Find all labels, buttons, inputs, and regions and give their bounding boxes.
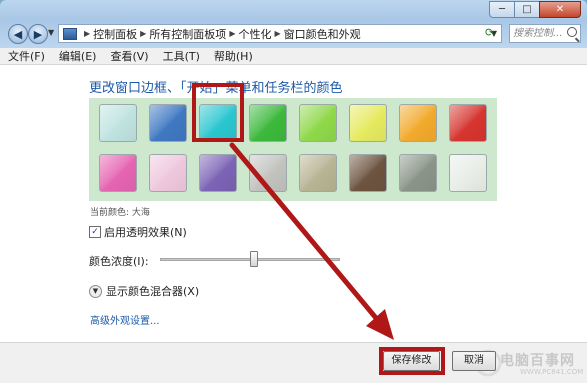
color-swatch-leaf[interactable] [249, 104, 287, 142]
intensity-label: 颜色浓度(I): [89, 255, 149, 268]
color-swatch-slate[interactable] [399, 154, 437, 192]
window-controls: ─ □ ✕ [489, 1, 581, 18]
color-swatch-violet[interactable] [199, 154, 237, 192]
color-swatch-taupe[interactable] [299, 154, 337, 192]
chevron-right-icon[interactable]: ▶ [84, 29, 90, 38]
refresh-icon[interactable]: ⟳ [485, 26, 494, 39]
color-swatch-pumpkin[interactable] [399, 104, 437, 142]
selected-swatch-highlight [192, 83, 244, 142]
control-panel-window: ─ □ ✕ ◀ ▶ ▼ ▶ 控制面板 ▶ 所有控制面板项 ▶ 个性化 ▶ 窗口颜… [0, 0, 587, 383]
color-mixer-toggle[interactable]: ▼ 显示颜色混合器(X) [89, 283, 199, 299]
color-swatch-lemon[interactable] [349, 104, 387, 142]
navigation-bar: ◀ ▶ ▼ ▶ 控制面板 ▶ 所有控制面板项 ▶ 个性化 ▶ 窗口颜色和外观 ▼… [0, 22, 587, 46]
watermark-url: WWW.PC841.COM [520, 368, 584, 376]
breadcrumb-control-panel[interactable]: 控制面板 [93, 26, 137, 42]
transparency-option[interactable]: ✓ 启用透明效果(N) [89, 224, 187, 240]
search-input[interactable]: 搜索控制... [509, 24, 581, 43]
address-bar[interactable]: ▶ 控制面板 ▶ 所有控制面板项 ▶ 个性化 ▶ 窗口颜色和外观 ▼ [58, 24, 502, 43]
color-swatch-fuchsia[interactable] [99, 154, 137, 192]
close-button[interactable]: ✕ [539, 1, 581, 18]
transparency-label[interactable]: 启用透明效果(N) [104, 224, 187, 240]
history-dropdown-icon[interactable]: ▼ [48, 28, 54, 37]
chevron-right-icon[interactable]: ▶ [229, 29, 235, 38]
breadcrumb-personalization[interactable]: 个性化 [238, 26, 271, 42]
cancel-button[interactable]: 取消 [452, 351, 496, 371]
color-swatch-ruby[interactable] [449, 104, 487, 142]
color-mixer-label[interactable]: 显示颜色混合器(X) [106, 283, 199, 299]
breadcrumb-all-items[interactable]: 所有控制面板项 [149, 26, 226, 42]
save-button-highlight [379, 347, 445, 375]
chevron-right-icon[interactable]: ▶ [140, 29, 146, 38]
control-panel-icon [63, 27, 77, 40]
menu-file[interactable]: 文件(F) [8, 48, 45, 64]
forward-button[interactable]: ▶ [28, 24, 48, 44]
back-button[interactable]: ◀ [8, 24, 28, 44]
search-placeholder: 搜索控制... [513, 28, 563, 39]
breadcrumb-window-color[interactable]: 窗口颜色和外观 [284, 26, 361, 42]
color-swatch-frost[interactable] [449, 154, 487, 192]
transparency-checkbox[interactable]: ✓ [89, 226, 101, 238]
watermark-text: 电脑百事网 [500, 353, 575, 369]
minimize-button[interactable]: ─ [489, 1, 515, 18]
color-swatch-sky[interactable] [99, 104, 137, 142]
search-icon[interactable] [567, 27, 577, 37]
current-color-label: 当前颜色: 大海 [90, 208, 150, 218]
chevron-right-icon[interactable]: ▶ [274, 29, 280, 38]
expand-chevron-icon[interactable]: ▼ [89, 284, 102, 298]
maximize-button[interactable]: □ [514, 1, 540, 18]
menu-tools[interactable]: 工具(T) [163, 48, 200, 64]
color-swatch-blush[interactable] [149, 154, 187, 192]
menu-help[interactable]: 帮助(H) [214, 48, 253, 64]
menu-bar: 文件(F) 编辑(E) 查看(V) 工具(T) 帮助(H) [0, 48, 587, 65]
color-swatch-twilight[interactable] [149, 104, 187, 142]
main-content: 更改窗口边框、「开始」菜单和任务栏的颜色 当前颜色: 大海 ✓ 启用透明效果(N… [0, 65, 587, 342]
color-swatch-panel [89, 98, 497, 201]
color-swatch-chocolate[interactable] [349, 154, 387, 192]
menu-view[interactable]: 查看(V) [110, 48, 148, 64]
color-swatch-lime[interactable] [299, 104, 337, 142]
menu-edit[interactable]: 编辑(E) [59, 48, 97, 64]
color-swatch-lavender[interactable] [249, 154, 287, 192]
advanced-appearance-link[interactable]: 高级外观设置... [90, 312, 160, 327]
intensity-slider-thumb[interactable] [249, 251, 258, 267]
